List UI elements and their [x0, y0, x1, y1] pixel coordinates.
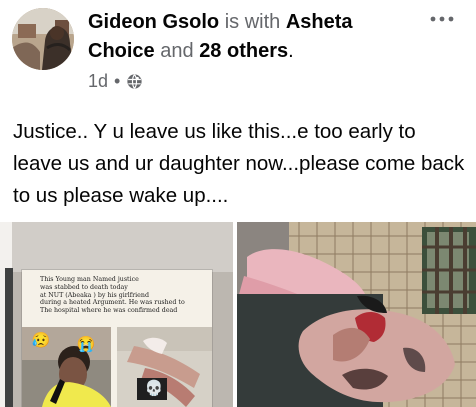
facebook-post: Gideon Gsolo is with Asheta Choice and 2…: [0, 0, 476, 407]
more-options-icon[interactable]: [426, 8, 458, 30]
skull-emoji-icon: 💀: [144, 380, 164, 397]
post-time-link[interactable]: 1d: [88, 71, 108, 92]
line-end-punctuation: .: [288, 40, 294, 62]
post-header: Gideon Gsolo is with Asheta Choice and 2…: [12, 8, 464, 92]
post-author-line: Gideon Gsolo is with Asheta Choice and 2…: [88, 8, 418, 66]
author-avatar[interactable]: [12, 8, 74, 70]
others-link[interactable]: 28 others: [199, 40, 288, 62]
avatar-image: [12, 8, 74, 70]
meta-separator: •: [114, 70, 121, 91]
crying-emoji-icon: 😭: [76, 336, 96, 353]
post-meta: 1d •: [88, 70, 143, 92]
right-photo: [237, 222, 476, 407]
photo-right[interactable]: [237, 222, 476, 407]
with-text: is with: [224, 11, 281, 33]
author-name-link[interactable]: Gideon Gsolo: [88, 11, 219, 33]
globe-icon: [126, 73, 143, 90]
and-text: and: [160, 40, 194, 62]
news-card: This Young man Named justice was stabbed…: [22, 270, 212, 407]
sad-emoji-icon: 😥: [31, 332, 51, 349]
post-body-text: Justice.. Y u leave us like this...e too…: [13, 120, 465, 207]
photo-grid: This Young man Named justice was stabbed…: [0, 222, 476, 407]
photo-left[interactable]: This Young man Named justice was stabbed…: [0, 222, 233, 407]
